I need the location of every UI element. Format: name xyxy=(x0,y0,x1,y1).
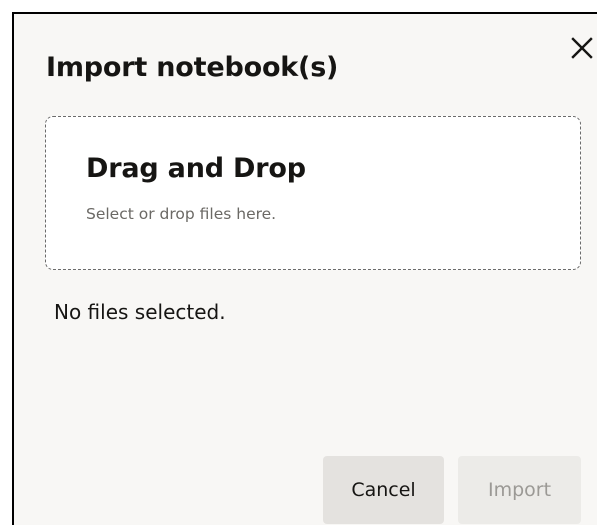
import-button[interactable]: Import xyxy=(458,456,581,524)
import-notebook-dialog: Import notebook(s) Drag and Drop Select … xyxy=(12,12,597,525)
dialog-title: Import notebook(s) xyxy=(46,52,339,83)
cancel-button[interactable]: Cancel xyxy=(323,456,444,524)
close-icon xyxy=(571,37,593,59)
dropzone-title: Drag and Drop xyxy=(86,153,306,184)
close-button[interactable] xyxy=(568,34,596,62)
file-status-text: No files selected. xyxy=(54,300,226,324)
dropzone-subtitle: Select or drop files here. xyxy=(86,205,277,223)
file-dropzone[interactable]: Drag and Drop Select or drop files here. xyxy=(45,116,581,270)
